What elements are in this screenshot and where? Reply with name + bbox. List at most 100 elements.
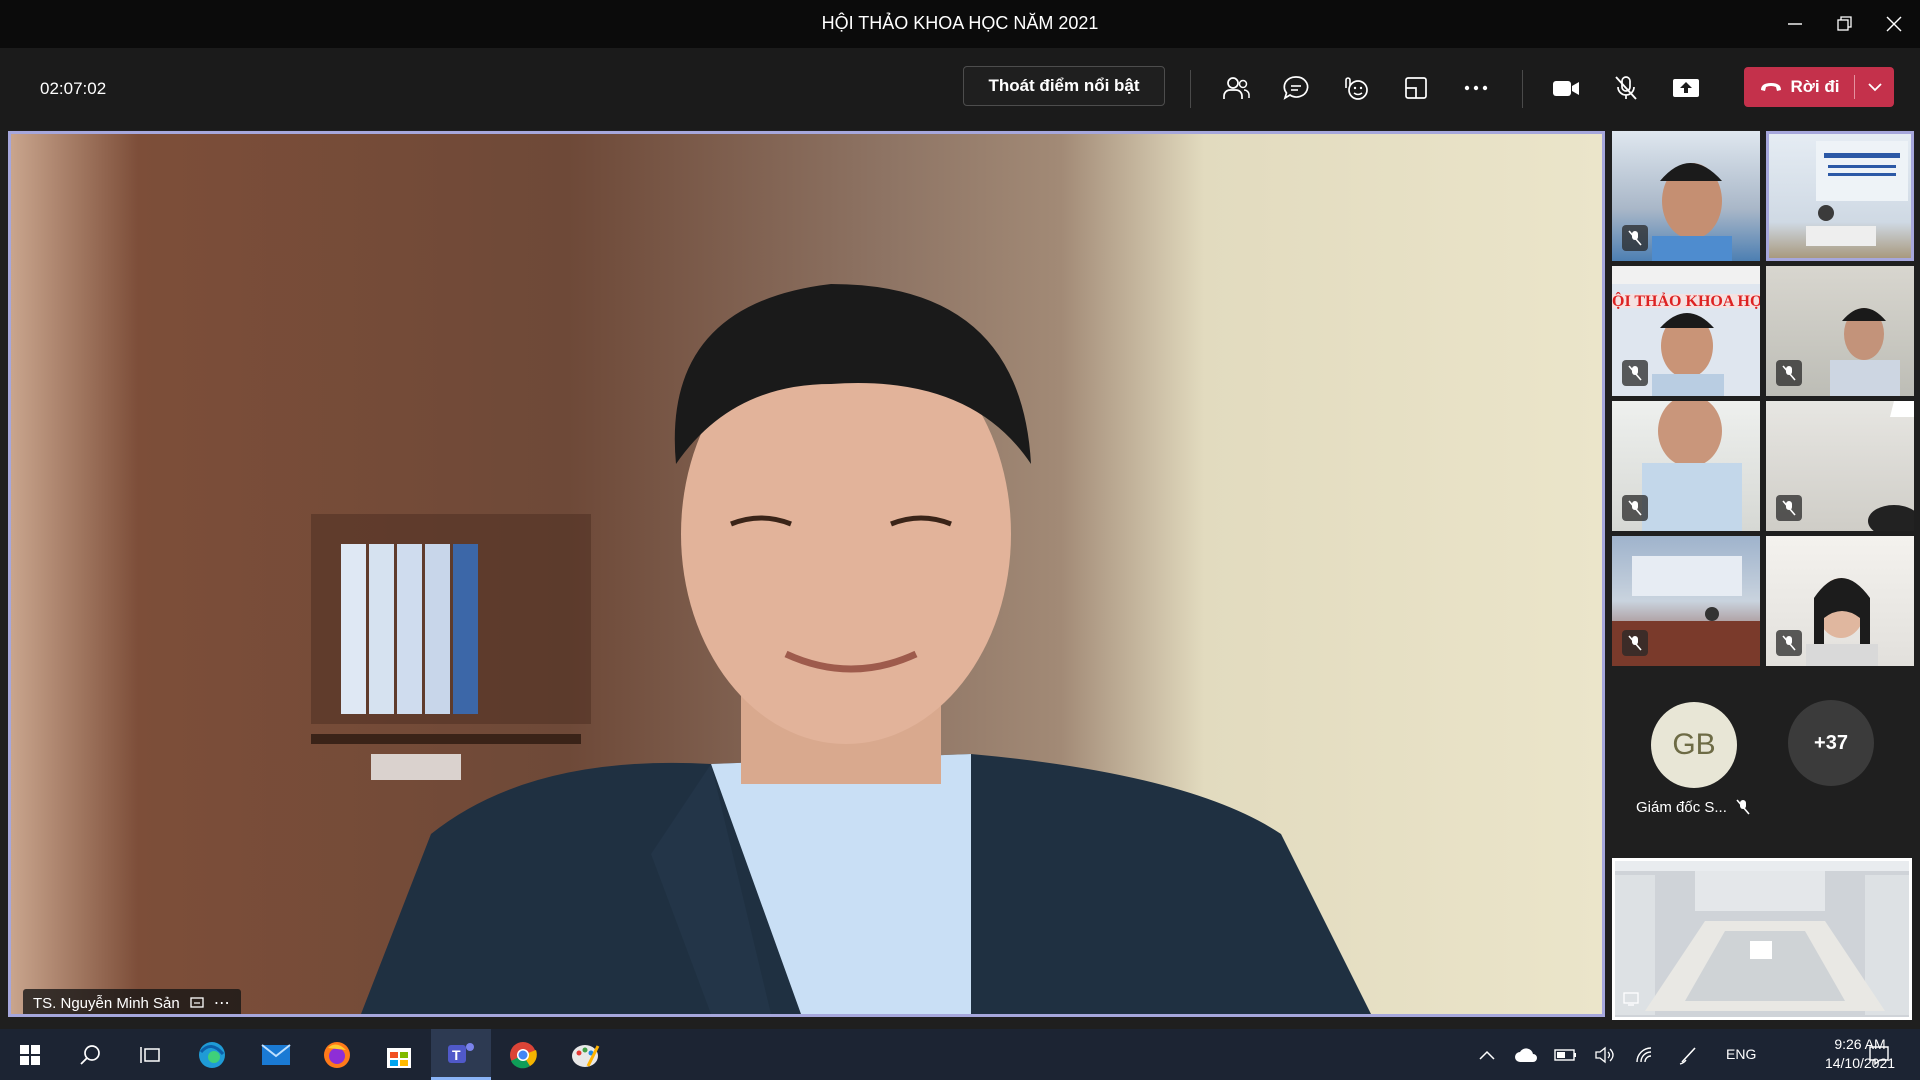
exit-spotlight-button[interactable]: Thoát điểm nổi bật	[963, 66, 1165, 106]
leave-options-button[interactable]	[1856, 67, 1894, 107]
show-hidden-icons-button[interactable]	[1474, 1042, 1500, 1068]
chat-icon	[1283, 76, 1309, 100]
more-actions-button[interactable]	[1456, 68, 1496, 108]
task-view-icon	[140, 1046, 160, 1063]
network-button[interactable]	[1633, 1042, 1659, 1068]
speaker-name-tag: TS. Nguyễn Minh Sản ⋯	[23, 989, 241, 1014]
paint-icon	[572, 1044, 600, 1067]
participant-tile-5[interactable]	[1612, 401, 1760, 531]
reactions-button[interactable]	[1336, 68, 1376, 108]
clock-time: 9:26 AM	[1834, 1036, 1886, 1052]
participant-tile-4[interactable]	[1766, 266, 1914, 396]
camera-icon	[1553, 81, 1579, 96]
edge-icon	[199, 1041, 225, 1068]
input-language[interactable]: ENG	[1726, 1046, 1756, 1062]
muted-mic-icon	[1622, 360, 1648, 386]
screen-share-icon	[1623, 992, 1639, 1011]
camera-button[interactable]	[1546, 68, 1586, 108]
rooms-button[interactable]	[1396, 68, 1436, 108]
share-screen-button[interactable]	[1666, 68, 1706, 108]
leave-button-group: Rời đi	[1744, 67, 1894, 107]
speaker-name: TS. Nguyễn Minh Sản	[33, 994, 180, 1012]
search-button[interactable]	[60, 1029, 120, 1080]
clock-date: 14/10/2021	[1824, 1055, 1896, 1071]
paint-app[interactable]	[555, 1029, 615, 1080]
breakout-rooms-icon	[1405, 77, 1427, 99]
participant-tile-7[interactable]	[1612, 536, 1760, 666]
svg-text:ỘI THẢO KHOA HỌ: ỘI THẢO KHOA HỌ	[1612, 291, 1760, 310]
restore-button[interactable]	[1825, 8, 1865, 40]
notification-icon	[1869, 1046, 1889, 1066]
chrome-app[interactable]	[493, 1029, 553, 1080]
volume-button[interactable]	[1593, 1042, 1619, 1068]
chrome-icon	[510, 1041, 537, 1068]
battery-icon	[1554, 1049, 1576, 1061]
firefox-app[interactable]	[307, 1029, 367, 1080]
onedrive-button[interactable]	[1513, 1042, 1539, 1068]
title-bar: HỘI THẢO KHOA HỌC NĂM 2021	[0, 0, 1920, 48]
spotlight-video[interactable]: TS. Nguyễn Minh Sản ⋯	[8, 131, 1605, 1017]
pen-workspace-button[interactable]	[1676, 1042, 1702, 1068]
task-view-button[interactable]	[120, 1029, 180, 1080]
mute-button[interactable]	[1606, 68, 1646, 108]
chat-button[interactable]	[1276, 68, 1316, 108]
muted-mic-icon	[1736, 799, 1750, 815]
muted-mic-icon	[1622, 225, 1648, 251]
svg-text:T: T	[452, 1047, 461, 1063]
firefox-icon	[324, 1041, 350, 1068]
store-icon	[387, 1047, 411, 1068]
participant-options-icon[interactable]: ⋯	[214, 993, 231, 1013]
conference-room-video	[1615, 861, 1909, 1017]
minimize-icon	[1788, 23, 1802, 25]
self-view-video[interactable]	[1612, 858, 1912, 1020]
minimize-button[interactable]	[1775, 8, 1815, 40]
mic-off-icon	[1615, 76, 1637, 100]
participant-avatar[interactable]: GB	[1651, 702, 1737, 788]
participant-tile-2[interactable]	[1766, 131, 1914, 261]
close-icon	[1886, 16, 1902, 32]
share-screen-icon	[1673, 79, 1699, 97]
more-participants-button[interactable]: +37	[1788, 700, 1874, 786]
speaker-icon	[1595, 1046, 1614, 1064]
leave-divider	[1854, 75, 1855, 99]
taskbar-clock[interactable]: 9:26 AM 14/10/2021	[1812, 1035, 1908, 1073]
windows-taskbar: T ENG 9:26 AM 14/10/2021	[0, 1029, 1920, 1080]
chevron-up-icon	[1479, 1050, 1495, 1060]
mail-icon	[261, 1043, 291, 1065]
search-icon	[80, 1044, 100, 1065]
leave-label: Rời đi	[1790, 77, 1840, 96]
notifications-button[interactable]	[1866, 1042, 1892, 1068]
leave-button[interactable]: Rời đi	[1744, 67, 1854, 107]
toolbar-divider	[1190, 70, 1191, 108]
participant-tile-6[interactable]	[1766, 401, 1914, 531]
battery-button[interactable]	[1553, 1042, 1579, 1068]
hang-up-icon	[1760, 83, 1781, 91]
chevron-down-icon	[1868, 83, 1882, 92]
participant-name: Giám đốc S...	[1636, 799, 1727, 816]
restore-icon	[1837, 16, 1852, 31]
screen-share-icon	[190, 997, 204, 1008]
meeting-toolbar: 02:07:02 Thoát điểm nổi bật Rời đi	[0, 48, 1920, 130]
participant-tile-8[interactable]	[1766, 536, 1914, 666]
mail-app[interactable]	[246, 1029, 306, 1080]
windows-logo-icon	[20, 1044, 40, 1065]
store-app[interactable]	[369, 1029, 429, 1080]
muted-mic-icon	[1776, 630, 1802, 656]
muted-mic-icon	[1622, 630, 1648, 656]
muted-mic-icon	[1776, 495, 1802, 521]
participant-tile-1[interactable]	[1612, 131, 1760, 261]
more-icon	[1464, 85, 1488, 91]
wifi-icon	[1636, 1047, 1652, 1063]
toolbar-divider	[1522, 70, 1523, 108]
teams-app[interactable]: T	[431, 1029, 491, 1080]
teams-icon: T	[448, 1043, 474, 1063]
participant-tile-3[interactable]: ỘI THẢO KHOA HỌ	[1612, 266, 1760, 396]
participants-button[interactable]	[1216, 68, 1256, 108]
start-button[interactable]	[0, 1029, 60, 1080]
cloud-icon	[1515, 1048, 1537, 1062]
close-button[interactable]	[1874, 8, 1914, 40]
window-title: HỘI THẢO KHOA HỌC NĂM 2021	[821, 13, 1099, 33]
edge-app[interactable]	[182, 1029, 242, 1080]
pen-icon	[1679, 1047, 1696, 1065]
participant-video	[1806, 141, 1908, 246]
